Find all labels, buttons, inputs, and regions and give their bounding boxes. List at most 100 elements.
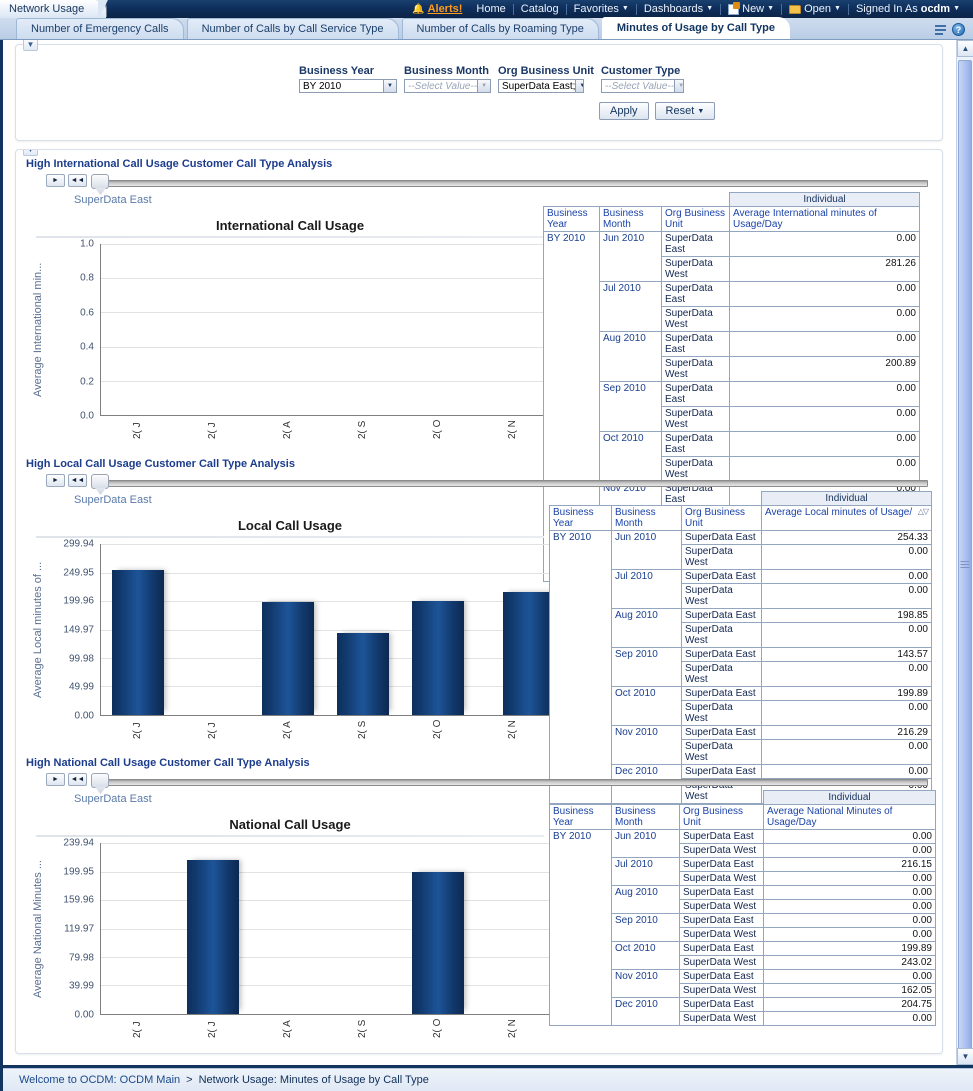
column-header-business-year[interactable]: Business Year xyxy=(544,207,600,232)
bar-slot[interactable] xyxy=(325,244,400,415)
section-title: High International Call Usage Customer C… xyxy=(16,150,942,174)
cell-business-month: Sep 2010 xyxy=(612,648,682,687)
bar-slot[interactable] xyxy=(400,544,475,715)
reset-button[interactable]: Reset ▼ xyxy=(655,102,716,120)
rewind-icon[interactable]: ◄◄ xyxy=(68,474,87,487)
chart-national[interactable]: National Call Usage Average National Min… xyxy=(30,817,550,1015)
dashboard-name-tab[interactable]: Network Usage xyxy=(0,0,106,18)
bar[interactable] xyxy=(112,570,164,715)
divider xyxy=(36,236,544,238)
column-header-business-month[interactable]: Business Month xyxy=(612,506,682,531)
bar-slot[interactable] xyxy=(176,544,251,715)
column-header-measure[interactable]: Average International minutes of Usage/D… xyxy=(730,207,920,232)
business-month-select[interactable]: --Select Value-- ▼ xyxy=(404,79,491,93)
bar[interactable] xyxy=(187,860,239,1014)
tab-number-of-emergency-calls[interactable]: Number of Emergency Calls xyxy=(16,18,184,39)
bar[interactable] xyxy=(412,601,464,715)
org-business-unit-select[interactable]: SuperData East; ▼ xyxy=(498,79,584,93)
sort-arrows-icon[interactable]: △▽ xyxy=(918,507,928,516)
bar-slot[interactable] xyxy=(176,244,251,415)
chevron-down-icon[interactable]: ▼ xyxy=(575,80,584,92)
table-row: Aug 2010 SuperData East 0.00 xyxy=(544,332,920,357)
column-header-org-business-unit[interactable]: Org Business Unit xyxy=(662,207,730,232)
chart-local[interactable]: Local Call Usage Average Local minutes o… xyxy=(30,518,550,716)
column-header-measure[interactable]: Average Local minutes of Usage/△▽ xyxy=(762,506,932,531)
y-tick: 0.8 xyxy=(80,273,94,284)
cell-value: 0.00 xyxy=(730,407,920,432)
bar-slot[interactable] xyxy=(475,544,550,715)
bar-slot[interactable] xyxy=(400,244,475,415)
cell-value: 0.00 xyxy=(764,1012,936,1026)
column-header-business-month[interactable]: Business Month xyxy=(612,805,680,830)
bar-slot[interactable] xyxy=(400,843,475,1014)
play-icon[interactable]: ► xyxy=(46,474,65,487)
cell-business-month: Jul 2010 xyxy=(600,282,662,332)
scrollbar-thumb[interactable] xyxy=(958,60,972,1060)
new-menu[interactable]: New ▼ xyxy=(721,3,781,15)
alerts-link[interactable]: 🔔 Alerts! xyxy=(405,3,469,15)
slider-track[interactable] xyxy=(96,180,928,187)
bar-slot[interactable] xyxy=(251,544,326,715)
bar-slot[interactable] xyxy=(101,843,176,1014)
slider-thumb[interactable] xyxy=(91,474,109,489)
collapse-prompts-icon[interactable]: ▼ xyxy=(23,40,38,51)
bar[interactable] xyxy=(503,592,550,715)
cell-org-unit: SuperData East xyxy=(680,830,764,844)
signed-in-as-menu[interactable]: Signed In As ocdm ▼ xyxy=(849,3,967,15)
tab-number-of-calls-by-call-service-type[interactable]: Number of Calls by Call Service Type xyxy=(187,18,399,39)
footer-welcome-link[interactable]: Welcome to OCDM: OCDM Main xyxy=(19,1074,180,1086)
bar-slot[interactable] xyxy=(475,843,550,1014)
customer-type-select[interactable]: --Select Value-- ▼ xyxy=(601,79,684,93)
bar-slot[interactable] xyxy=(101,244,176,415)
slider-track[interactable] xyxy=(96,480,928,487)
scroll-down-button[interactable]: ▼ xyxy=(957,1048,973,1065)
chart-international[interactable]: International Call Usage Average Interna… xyxy=(30,218,550,416)
chevron-down-icon[interactable]: ▼ xyxy=(674,80,684,92)
section-title: High Local Call Usage Customer Call Type… xyxy=(16,450,942,474)
slider-track[interactable] xyxy=(96,779,928,786)
x-tick: 2( N xyxy=(507,717,518,739)
column-header-business-month[interactable]: Business Month xyxy=(600,207,662,232)
slider-thumb[interactable] xyxy=(91,773,109,788)
apply-button[interactable]: Apply xyxy=(599,102,649,120)
page-options-icon[interactable] xyxy=(935,25,946,35)
rewind-icon[interactable]: ◄◄ xyxy=(68,773,87,786)
chevron-down-icon[interactable]: ▼ xyxy=(383,80,396,92)
vertical-scrollbar[interactable]: ▲ ▼ xyxy=(956,40,973,1065)
bar-slot[interactable] xyxy=(325,843,400,1014)
slider-thumb[interactable] xyxy=(91,174,109,189)
play-icon[interactable]: ► xyxy=(46,174,65,187)
table-group-header-row: Individual xyxy=(550,791,936,805)
home-link[interactable]: Home xyxy=(469,3,512,15)
section-body: Local Call Usage Average Local minutes o… xyxy=(16,504,942,736)
bar-slot[interactable] xyxy=(325,544,400,715)
bar[interactable] xyxy=(337,633,389,715)
column-header-org-business-unit[interactable]: Org Business Unit xyxy=(682,506,762,531)
bar-slot[interactable] xyxy=(251,843,326,1014)
business-year-select[interactable]: BY 2010 ▼ xyxy=(299,79,397,93)
dashboards-menu[interactable]: Dashboards ▼ xyxy=(637,3,720,15)
bar[interactable] xyxy=(412,872,464,1014)
catalog-link[interactable]: Catalog xyxy=(514,3,566,15)
tab-minutes-of-usage-by-call-type[interactable]: Minutes of Usage by Call Type xyxy=(602,17,790,39)
table-row: Sep 2010 SuperData East 0.00 xyxy=(544,382,920,407)
column-header-measure[interactable]: Average National Minutes of Usage/Day xyxy=(764,805,936,830)
tab-number-of-calls-by-roaming-type[interactable]: Number of Calls by Roaming Type xyxy=(402,18,599,39)
play-icon[interactable]: ► xyxy=(46,773,65,786)
alerts-label: Alerts! xyxy=(428,3,463,15)
rewind-icon[interactable]: ◄◄ xyxy=(68,174,87,187)
bar-slot[interactable] xyxy=(251,244,326,415)
column-header-org-business-unit[interactable]: Org Business Unit xyxy=(680,805,764,830)
favorites-menu[interactable]: Favorites ▼ xyxy=(567,3,636,15)
bar-slot[interactable] xyxy=(176,843,251,1014)
bar-slot[interactable] xyxy=(475,244,550,415)
open-menu[interactable]: Open ▼ xyxy=(782,3,848,15)
scroll-up-button[interactable]: ▲ xyxy=(957,40,973,57)
column-header-business-year[interactable]: Business Year xyxy=(550,506,612,531)
chevron-down-icon[interactable]: ▼ xyxy=(477,80,490,92)
bar[interactable] xyxy=(262,602,314,715)
cell-value: 0.00 xyxy=(764,886,936,900)
column-header-business-year[interactable]: Business Year xyxy=(550,805,612,830)
help-icon[interactable]: ? xyxy=(952,23,965,36)
bar-slot[interactable] xyxy=(101,544,176,715)
